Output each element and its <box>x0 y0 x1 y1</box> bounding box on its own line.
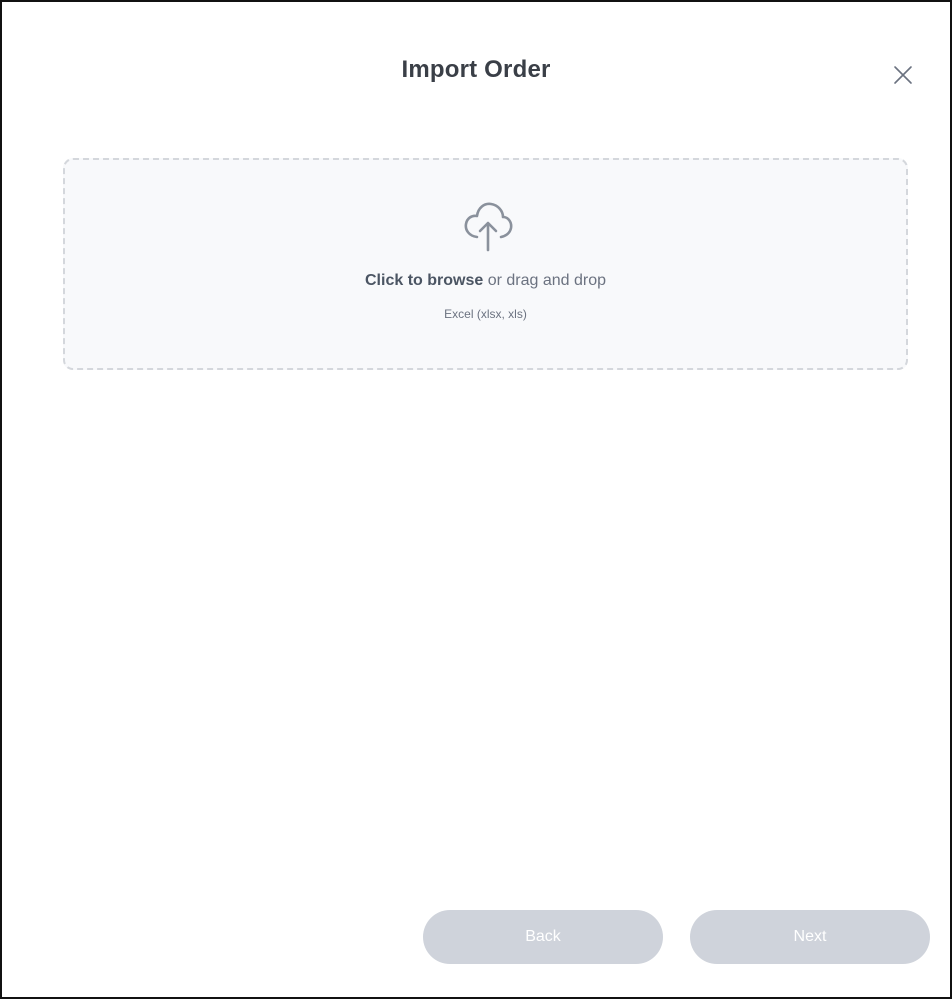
close-icon <box>894 66 912 84</box>
close-button[interactable] <box>888 60 918 90</box>
accepted-formats-hint: Excel (xlsx, xls) <box>444 307 527 321</box>
dropzone-instructions: Click to browse or drag and drop <box>65 272 906 290</box>
browse-link[interactable]: Click to browse <box>365 272 483 289</box>
drag-drop-text: or drag and drop <box>483 272 606 289</box>
back-button[interactable]: Back <box>423 910 663 964</box>
import-order-dialog: Import Order Click to browse or drag and… <box>0 0 952 999</box>
dialog-title: Import Order <box>401 56 551 83</box>
cloud-upload-icon <box>464 202 513 252</box>
next-button[interactable]: Next <box>690 910 930 964</box>
file-dropzone[interactable]: Click to browse or drag and drop Excel (… <box>63 158 908 370</box>
